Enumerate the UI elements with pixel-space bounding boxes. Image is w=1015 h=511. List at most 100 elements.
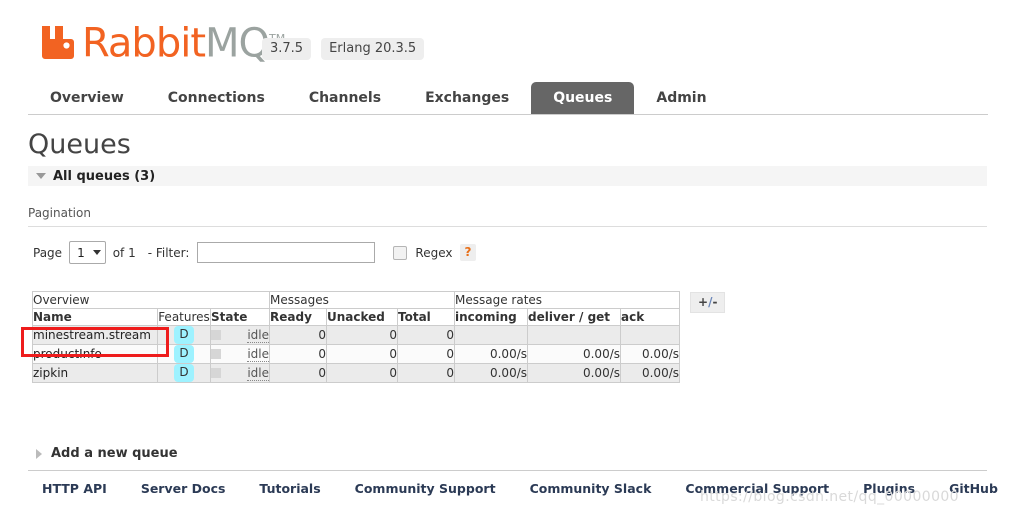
regex-checkbox[interactable] <box>393 246 407 260</box>
queue-deliver-get-cell: 0.00/s <box>528 345 621 364</box>
column-header-ready[interactable]: Ready <box>270 309 327 326</box>
nav-tab-overview[interactable]: Overview <box>28 82 146 115</box>
table-row[interactable]: productInfo D idle 0 0 0 0.00/s 0.00/s <box>33 345 726 364</box>
pagination-divider <box>28 226 987 227</box>
column-header-features[interactable]: Features <box>158 309 211 326</box>
state-indicator-icon <box>211 330 221 340</box>
queue-total-cell: 0 <box>398 364 455 383</box>
column-header-name[interactable]: Name <box>33 309 158 326</box>
table-row[interactable]: zipkin D idle 0 0 0 0.00/s 0.00/s <box>33 364 726 383</box>
nav-tab-exchanges[interactable]: Exchanges <box>403 82 531 115</box>
footer-divider <box>28 470 987 471</box>
queue-total-cell: 0 <box>398 326 455 345</box>
queue-deliver-get-cell <box>528 326 621 345</box>
rabbitmq-logo[interactable]: RabbitMQTM <box>38 18 285 64</box>
add-new-queue-section[interactable]: Add a new queue <box>36 446 178 461</box>
chevron-right-icon[interactable] <box>36 449 42 459</box>
page-total-label: of 1 <box>113 246 136 260</box>
page-select-value: 1 <box>77 246 85 260</box>
queue-state-cell: idle <box>211 345 270 364</box>
group-header-overview: Overview <box>33 292 270 309</box>
table-group-header-row: Overview Messages Message rates +/- <box>33 292 726 309</box>
queue-ack-cell: 0.00/s <box>621 364 680 383</box>
footer-link-http-api[interactable]: HTTP API <box>42 481 107 496</box>
queue-state-label: idle <box>247 347 269 362</box>
queues-table-wrapper: Overview Messages Message rates +/- Name… <box>32 291 725 383</box>
footer-link-plugins[interactable]: Plugins <box>863 481 915 496</box>
filter-input[interactable] <box>197 242 375 263</box>
queue-unacked-cell: 0 <box>327 326 398 345</box>
queue-state-cell: idle <box>211 364 270 383</box>
queue-name-cell[interactable]: minestream.stream <box>33 326 158 345</box>
durable-badge: D <box>174 364 193 382</box>
rabbitmq-version-badge: 3.7.5 <box>262 38 311 60</box>
nav-tab-admin[interactable]: Admin <box>634 82 728 115</box>
chevron-down-icon <box>93 250 101 255</box>
column-header-unacked[interactable]: Unacked <box>327 309 398 326</box>
queue-ready-cell: 0 <box>270 345 327 364</box>
column-toggle-cell: +/- <box>680 292 726 326</box>
pagination-controls: Page 1 of 1 - Filter: Regex ? <box>33 241 476 264</box>
add-new-queue-label: Add a new queue <box>51 446 178 461</box>
pagination-label: Pagination <box>28 206 91 220</box>
queue-features-cell: D <box>158 364 211 383</box>
page-title: Queues <box>28 130 131 160</box>
page-select[interactable]: 1 <box>69 241 106 264</box>
column-header-total[interactable]: Total <box>398 309 455 326</box>
queue-ready-cell: 0 <box>270 326 327 345</box>
table-row[interactable]: minestream.stream D idle 0 0 0 <box>33 326 726 345</box>
column-toggle-button[interactable]: +/- <box>690 292 725 313</box>
page-footer: HTTP API Server Docs Tutorials Community… <box>42 481 992 496</box>
queue-name-cell[interactable]: zipkin <box>33 364 158 383</box>
column-header-incoming[interactable]: incoming <box>455 309 528 326</box>
regex-label: Regex <box>415 246 452 260</box>
all-queues-section-header[interactable]: All queues (3) <box>28 166 987 186</box>
state-indicator-icon <box>211 349 221 359</box>
queue-state-cell: idle <box>211 326 270 345</box>
nav-divider <box>28 114 988 115</box>
nav-tab-queues[interactable]: Queues <box>531 82 634 115</box>
group-header-message-rates: Message rates <box>455 292 680 309</box>
footer-link-tutorials[interactable]: Tutorials <box>259 481 320 496</box>
footer-link-github[interactable]: GitHub <box>949 481 998 496</box>
queue-incoming-cell <box>455 326 528 345</box>
state-indicator-icon <box>211 368 221 378</box>
page-label: Page <box>33 246 62 260</box>
main-navigation: Overview Connections Channels Exchanges … <box>0 82 1015 116</box>
queues-table-body: minestream.stream D idle 0 0 0 <box>33 326 726 383</box>
regex-help-icon[interactable]: ? <box>460 244 477 261</box>
queue-deliver-get-cell: 0.00/s <box>528 364 621 383</box>
footer-link-community-support[interactable]: Community Support <box>355 481 496 496</box>
nav-tab-connections[interactable]: Connections <box>146 82 287 115</box>
chevron-down-icon[interactable] <box>36 173 46 179</box>
queue-features-cell: D <box>158 345 211 364</box>
all-queues-label: All queues (3) <box>53 169 155 184</box>
queue-name-cell[interactable]: productInfo <box>33 345 158 364</box>
erlang-version-badge: Erlang 20.3.5 <box>321 38 424 60</box>
queue-ack-cell: 0.00/s <box>621 345 680 364</box>
column-header-state[interactable]: State <box>211 309 270 326</box>
table-column-header-row: Name Features State Ready Unacked Total … <box>33 309 726 326</box>
nav-tab-channels[interactable]: Channels <box>287 82 403 115</box>
nav-tab-list: Overview Connections Channels Exchanges … <box>28 82 729 115</box>
queue-total-cell: 0 <box>398 345 455 364</box>
column-header-deliver-get[interactable]: deliver / get <box>528 309 621 326</box>
group-header-messages: Messages <box>270 292 455 309</box>
queue-state-label: idle <box>247 366 269 381</box>
durable-badge: D <box>174 345 193 363</box>
queue-ack-cell <box>621 326 680 345</box>
rabbitmq-wordmark: RabbitMQTM <box>82 18 285 64</box>
footer-link-community-slack[interactable]: Community Slack <box>530 481 652 496</box>
logo-text-rabbit: Rabbit <box>82 20 205 66</box>
queue-unacked-cell: 0 <box>327 364 398 383</box>
logo-text-mq: MQ <box>205 20 269 66</box>
queue-unacked-cell: 0 <box>327 345 398 364</box>
footer-link-commercial-support[interactable]: Commercial Support <box>685 481 829 496</box>
queue-incoming-cell: 0.00/s <box>455 364 528 383</box>
column-header-ack[interactable]: ack <box>621 309 680 326</box>
footer-link-server-docs[interactable]: Server Docs <box>141 481 226 496</box>
queue-incoming-cell: 0.00/s <box>455 345 528 364</box>
page-header: RabbitMQTM 3.7.5 Erlang 20.3.5 <box>0 0 1015 80</box>
queues-table: Overview Messages Message rates +/- Name… <box>32 291 725 383</box>
queues-table-head: Overview Messages Message rates +/- Name… <box>33 292 726 326</box>
